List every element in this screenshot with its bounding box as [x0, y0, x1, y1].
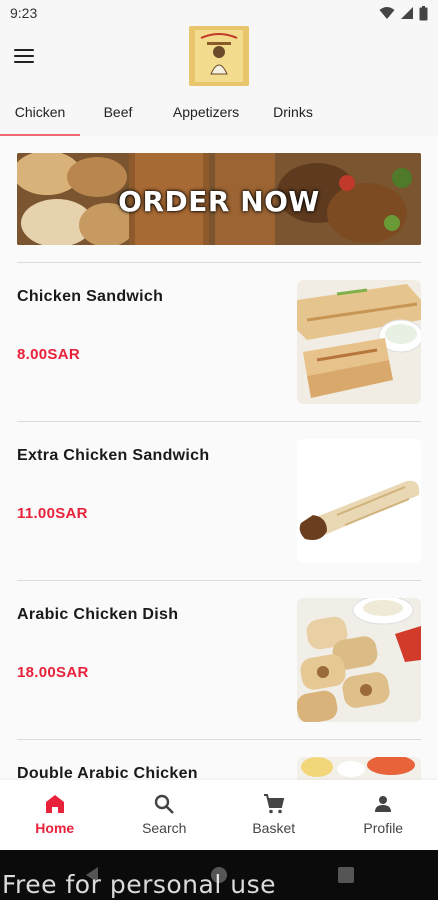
status-time: 9:23 — [10, 5, 38, 21]
item-price: 11.00SAR — [17, 505, 88, 522]
item-name: Double Arabic Chicken — [17, 765, 198, 780]
recents-icon[interactable] — [338, 867, 354, 883]
nav-home-label: Home — [35, 820, 75, 836]
item-image — [297, 757, 421, 780]
nav-search[interactable]: Search — [110, 780, 220, 850]
wifi-icon — [379, 7, 395, 19]
item-image — [297, 598, 421, 722]
divider — [17, 739, 421, 740]
nav-home[interactable]: Home — [0, 780, 110, 850]
menu-item[interactable]: Chicken Sandwich 8.00SAR — [17, 280, 421, 420]
nav-profile-label: Profile — [363, 820, 404, 836]
menu-icon[interactable] — [14, 44, 38, 68]
item-price: 18.00SAR — [17, 664, 89, 681]
category-tabs: Chicken Beef Appetizers Drinks — [0, 96, 438, 136]
home-icon — [45, 795, 64, 813]
status-bar: 9:23 — [0, 0, 438, 26]
item-price: 8.00SAR — [17, 346, 80, 363]
nav-basket-label: Basket — [252, 820, 296, 836]
nav-profile[interactable]: Profile — [329, 780, 438, 850]
nav-search-label: Search — [142, 820, 187, 836]
menu-item[interactable]: Extra Chicken Sandwich 11.00SAR — [17, 439, 421, 579]
menu-item[interactable]: Double Arabic Chicken — [17, 757, 421, 780]
watermark-text: Free for personal use — [2, 870, 276, 899]
tab-appetizers[interactable]: Appetizers — [156, 96, 256, 136]
menu-item[interactable]: Arabic Chicken Dish 18.00SAR — [17, 598, 421, 738]
person-icon — [375, 796, 392, 812]
cart-icon — [263, 794, 285, 814]
item-name: Chicken Sandwich — [17, 288, 164, 305]
status-icons — [379, 5, 428, 21]
item-image — [297, 439, 421, 563]
tab-chicken[interactable]: Chicken — [0, 96, 80, 136]
tab-beef[interactable]: Beef — [80, 96, 156, 136]
item-name: Extra Chicken Sandwich — [17, 447, 210, 464]
app-header — [0, 26, 438, 90]
nav-basket[interactable]: Basket — [219, 780, 329, 850]
restaurant-logo — [189, 26, 249, 86]
bottom-navigation: Home Search Basket Profile — [0, 780, 438, 850]
signal-icon — [401, 7, 413, 19]
battery-icon — [419, 5, 428, 20]
order-now-banner[interactable]: ORDER NOW — [17, 153, 421, 245]
banner-text: ORDER NOW — [118, 185, 320, 218]
tab-drinks[interactable]: Drinks — [256, 96, 330, 136]
divider — [17, 262, 421, 263]
search-icon — [155, 794, 175, 814]
divider — [17, 580, 421, 581]
item-image — [297, 280, 421, 404]
divider — [17, 421, 421, 422]
item-name: Arabic Chicken Dish — [17, 606, 179, 623]
menu-content: ORDER NOW Chicken Sandwich 8.00SAR Extra… — [0, 136, 438, 780]
